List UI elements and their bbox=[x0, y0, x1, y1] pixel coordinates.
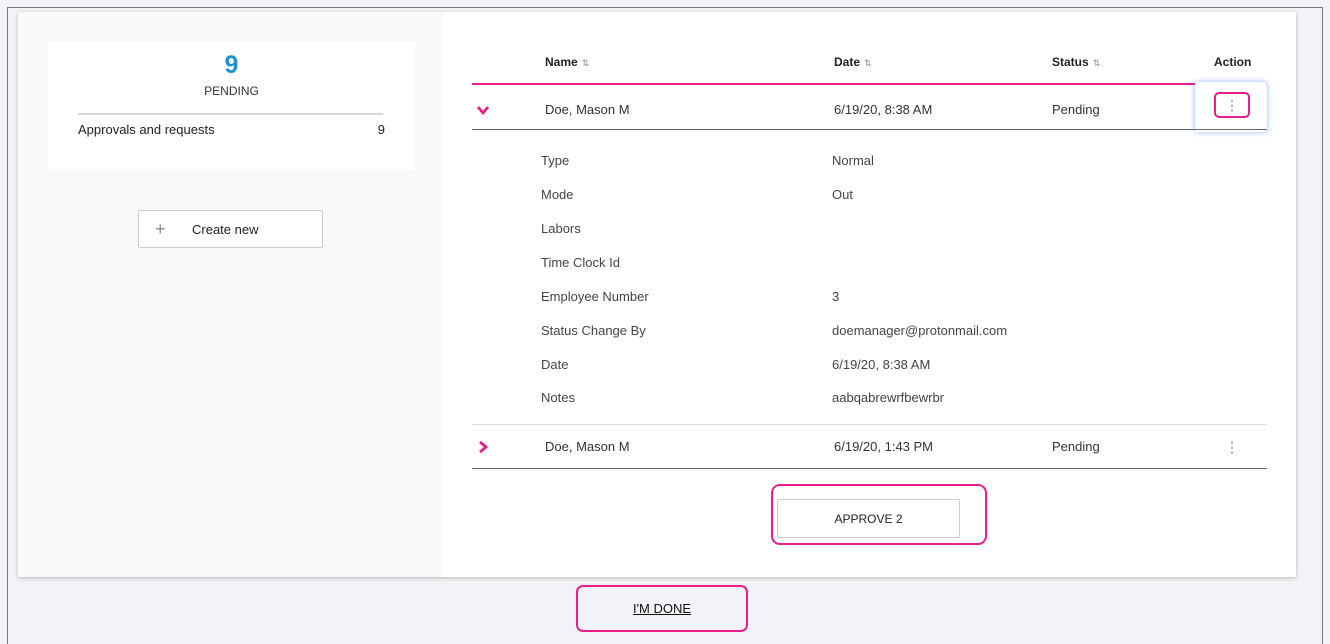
row-name: Doe, Mason M bbox=[545, 102, 630, 117]
row-name: Doe, Mason M bbox=[545, 439, 630, 454]
im-done-link[interactable]: I'M DONE bbox=[633, 601, 691, 616]
summary-divider bbox=[78, 113, 383, 115]
column-header-name[interactable]: Name ⇅ bbox=[545, 55, 589, 69]
detail-label: Employee Number bbox=[541, 289, 649, 304]
row-date: 6/19/20, 1:43 PM bbox=[834, 439, 934, 454]
detail-label: Status Change By bbox=[541, 323, 646, 338]
column-status-label: Status bbox=[1052, 55, 1089, 69]
approve-button[interactable]: APPROVE 2 bbox=[777, 499, 960, 538]
header-divider bbox=[472, 83, 1267, 85]
detail-label: Time Clock Id bbox=[541, 255, 620, 270]
plus-icon: + bbox=[155, 218, 166, 239]
pending-label: PENDING bbox=[204, 84, 259, 98]
row-date: 6/19/20, 8:38 AM bbox=[834, 102, 933, 117]
more-options-icon[interactable]: ⋮ bbox=[1214, 92, 1250, 118]
details-divider bbox=[472, 424, 1267, 425]
detail-label: Mode bbox=[541, 187, 574, 202]
detail-label: Labors bbox=[541, 221, 581, 236]
column-header-date[interactable]: Date ⇅ bbox=[834, 55, 872, 69]
detail-label: Notes bbox=[541, 390, 575, 405]
detail-value: 6/19/20, 8:38 AM bbox=[832, 357, 931, 372]
detail-label: Date bbox=[541, 357, 569, 372]
approvals-requests-count: 9 bbox=[377, 122, 385, 137]
detail-value: Normal bbox=[832, 153, 874, 168]
approvals-requests-label[interactable]: Approvals and requests bbox=[78, 122, 215, 137]
approvals-card: 9 PENDING Approvals and requests 9 + Cre… bbox=[18, 12, 1296, 577]
left-panel: 9 PENDING Approvals and requests 9 + Cre… bbox=[18, 12, 443, 577]
row-status: Pending bbox=[1052, 102, 1100, 117]
column-header-status[interactable]: Status ⇅ bbox=[1052, 55, 1100, 69]
detail-value: Out bbox=[832, 187, 853, 202]
sort-icon[interactable]: ⇅ bbox=[864, 58, 872, 68]
detail-label: Type bbox=[541, 153, 570, 168]
create-new-button[interactable]: + Create new bbox=[138, 210, 323, 248]
detail-value: 3 bbox=[832, 289, 840, 304]
chevron-right-icon[interactable] bbox=[476, 440, 490, 454]
create-new-label: Create new bbox=[192, 221, 259, 237]
row-status: Pending bbox=[1052, 439, 1100, 454]
detail-value: aabqabrewrfbewrbr bbox=[832, 390, 945, 405]
detail-value: doemanager@protonmail.com bbox=[832, 323, 1008, 338]
pending-count: 9 bbox=[224, 51, 239, 79]
done-highlight: I'M DONE bbox=[576, 585, 748, 632]
chevron-down-icon[interactable] bbox=[476, 103, 490, 117]
column-header-action: Action bbox=[1214, 55, 1252, 69]
row-divider bbox=[472, 468, 1267, 469]
sort-icon[interactable]: ⇅ bbox=[582, 58, 590, 68]
column-date-label: Date bbox=[834, 55, 861, 69]
requests-table: Name ⇅ Date ⇅ Status ⇅ Action Doe, Mason M … bbox=[443, 12, 1296, 577]
sort-icon[interactable]: ⇅ bbox=[1093, 58, 1101, 68]
column-name-label: Name bbox=[545, 55, 578, 69]
pending-summary: 9 PENDING Approvals and requests 9 bbox=[48, 42, 415, 170]
more-options-icon[interactable]: ⋮ bbox=[1214, 434, 1250, 460]
row-divider bbox=[472, 129, 1267, 130]
